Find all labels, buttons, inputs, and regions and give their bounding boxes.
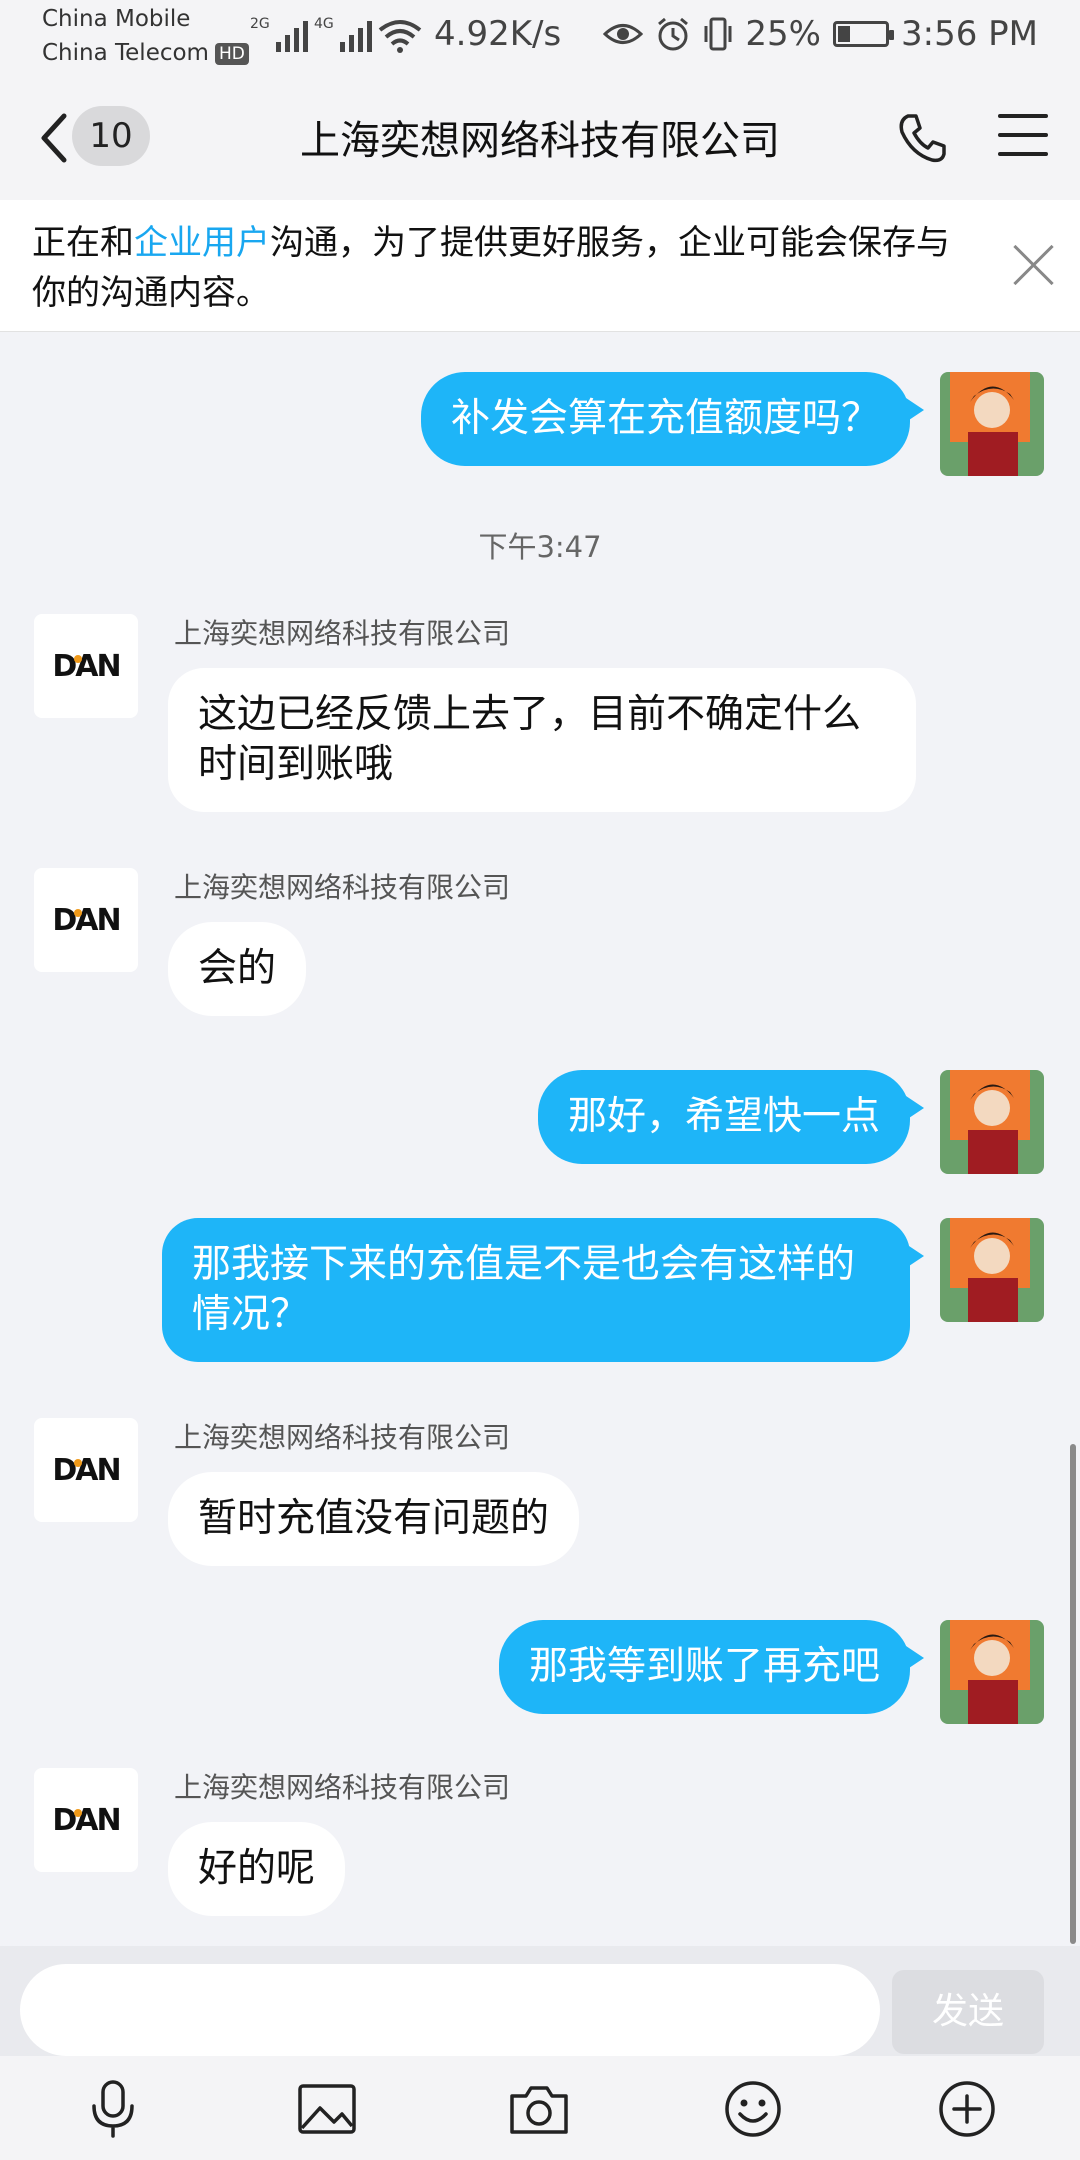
clock: 3:56 PM: [901, 14, 1038, 54]
status-bar: China Mobile China Telecom HD 2G 4G 4.92K…: [0, 0, 1080, 78]
message-row-outgoing: 补发会算在充值额度吗？: [0, 372, 1080, 482]
input-toolbar: [0, 2056, 1080, 2160]
company-avatar[interactable]: DAN: [34, 1418, 138, 1522]
battery-percent: 25%: [745, 14, 821, 54]
sender-name: 上海奕想网络科技有限公司: [174, 617, 511, 650]
status-right: 25% 3:56 PM: [603, 14, 1038, 54]
menu-icon[interactable]: [998, 114, 1048, 162]
company-logo: DAN: [52, 1802, 121, 1838]
privacy-notice-banner: 正在和企业用户沟通，为了提供更好服务，企业可能会保存与你的沟通内容。: [0, 200, 1080, 332]
carrier-1: China Mobile: [42, 6, 191, 32]
signal-2g-icon: 2G: [250, 16, 308, 52]
sender-name: 上海奕想网络科技有限公司: [174, 1421, 511, 1454]
notice-text-before: 正在和: [32, 223, 134, 263]
my-avatar[interactable]: [940, 1620, 1044, 1724]
user-avatar-image: [940, 1620, 1044, 1724]
scrollbar[interactable]: [1070, 1444, 1076, 1944]
user-avatar-image: [940, 1070, 1044, 1174]
wifi-icon: [378, 20, 422, 53]
company-logo: DAN: [52, 648, 121, 684]
hd-badge: HD: [214, 42, 249, 65]
microphone-icon[interactable]: [82, 2078, 144, 2140]
my-avatar[interactable]: [940, 1218, 1044, 1322]
outgoing-message-bubble[interactable]: 那我等到账了再充吧: [498, 1620, 925, 1714]
notice-text: 正在和企业用户沟通，为了提供更好服务，企业可能会保存与你的沟通内容。: [32, 218, 982, 318]
timestamp: 下午3:47: [478, 530, 602, 564]
camera-icon[interactable]: [508, 2078, 570, 2140]
my-avatar[interactable]: [940, 372, 1044, 476]
incoming-message-bubble[interactable]: 暂时充值没有问题的: [168, 1472, 580, 1566]
alarm-icon: [658, 17, 689, 51]
network-speed: 4.92K/s: [434, 14, 562, 54]
message-input[interactable]: [20, 1964, 880, 2056]
input-bar: 发送: [0, 1946, 1080, 2056]
company-logo: DAN: [52, 1452, 121, 1488]
unread-count-badge[interactable]: 10: [72, 106, 150, 166]
vibrate-icon: [704, 17, 732, 51]
incoming-message-bubble[interactable]: 好的呢: [168, 1822, 346, 1916]
chat-title: 上海奕想网络科技有限公司: [300, 118, 780, 164]
close-icon[interactable]: [1010, 242, 1056, 288]
emoji-icon[interactable]: [722, 2078, 784, 2140]
battery-icon: [833, 21, 894, 47]
my-avatar[interactable]: [940, 1070, 1044, 1174]
user-avatar-image: [940, 1218, 1044, 1322]
outgoing-message-bubble[interactable]: 那我接下来的充值是不是也会有这样的情况？: [162, 1218, 924, 1362]
sender-name: 上海奕想网络科技有限公司: [174, 1771, 511, 1804]
network-2g-label: 2G: [250, 16, 270, 32]
outgoing-message-bubble[interactable]: 那好，希望快一点: [537, 1070, 925, 1164]
send-button[interactable]: 发送: [892, 1970, 1044, 2054]
incoming-message-bubble[interactable]: 这边已经反馈上去了，目前不确定什么时间到账哦: [168, 668, 916, 812]
signal-4g-icon: 4G: [314, 16, 372, 52]
carrier-2: China Telecom HD: [42, 40, 249, 66]
incoming-message-bubble[interactable]: 会的: [168, 922, 307, 1016]
image-icon[interactable]: [296, 2078, 358, 2140]
back-arrow-icon[interactable]: [36, 108, 72, 168]
sender-name: 上海奕想网络科技有限公司: [174, 871, 511, 904]
eye-icon: [603, 24, 644, 44]
carrier-2-label: China Telecom: [42, 40, 209, 66]
phone-icon[interactable]: [894, 110, 950, 166]
plus-icon[interactable]: [936, 2078, 998, 2140]
company-avatar[interactable]: DAN: [34, 614, 138, 718]
company-avatar[interactable]: DAN: [34, 1768, 138, 1872]
message-list[interactable]: 补发会算在充值额度吗？ 下午3:47 DAN 上海奕想网络科技有限公司 这边已经…: [0, 332, 1080, 1946]
company-logo: DAN: [52, 902, 121, 938]
company-avatar[interactable]: DAN: [34, 868, 138, 972]
chat-header: 10 上海奕想网络科技有限公司: [0, 78, 1080, 200]
network-4g-label: 4G: [314, 16, 334, 32]
outgoing-message-bubble[interactable]: 补发会算在充值额度吗？: [420, 372, 925, 466]
enterprise-user-link[interactable]: 企业用户: [134, 223, 270, 263]
user-avatar-image: [940, 372, 1044, 476]
